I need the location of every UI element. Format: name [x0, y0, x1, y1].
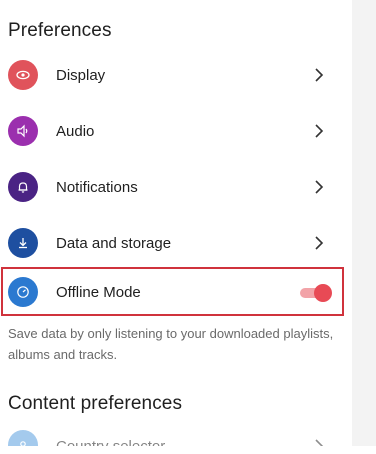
- content-preferences-heading: Content preferences: [8, 393, 183, 414]
- chevron-right-icon: [315, 236, 324, 250]
- bottom-fade: [0, 446, 376, 454]
- settings-item-country-selector[interactable]: Country selector: [0, 424, 352, 446]
- settings-screen: Preferences Display Audio Notifications …: [0, 0, 352, 446]
- settings-item-data-and-storage[interactable]: Data and storage: [0, 215, 352, 271]
- settings-item-label: Notifications: [56, 178, 138, 196]
- settings-item-audio[interactable]: Audio: [0, 103, 352, 159]
- chevron-right-icon: [315, 68, 324, 82]
- settings-item-display[interactable]: Display: [0, 47, 352, 103]
- location-icon: [8, 430, 38, 446]
- side-gutter: [352, 0, 376, 454]
- toggle-knob: [314, 284, 332, 302]
- eye-icon: [8, 60, 38, 90]
- offline-mode-description: Save data by only listening to your down…: [8, 326, 334, 362]
- settings-item-label: Data and storage: [56, 234, 172, 252]
- highlight-outline: [1, 267, 344, 316]
- chevron-right-icon: [315, 124, 324, 138]
- settings-item-label: Display: [56, 66, 106, 84]
- chevron-right-icon: [315, 180, 324, 194]
- offline-mode-toggle[interactable]: [300, 284, 332, 302]
- preferences-heading: Preferences: [8, 20, 112, 41]
- bell-icon: [8, 172, 38, 202]
- download-icon: [8, 228, 38, 258]
- speaker-icon: [8, 116, 38, 146]
- settings-item-label: Audio: [56, 122, 95, 140]
- settings-item-notifications[interactable]: Notifications: [0, 159, 352, 215]
- settings-item-label: Country selector: [56, 438, 165, 446]
- chevron-right-icon: [315, 439, 324, 446]
